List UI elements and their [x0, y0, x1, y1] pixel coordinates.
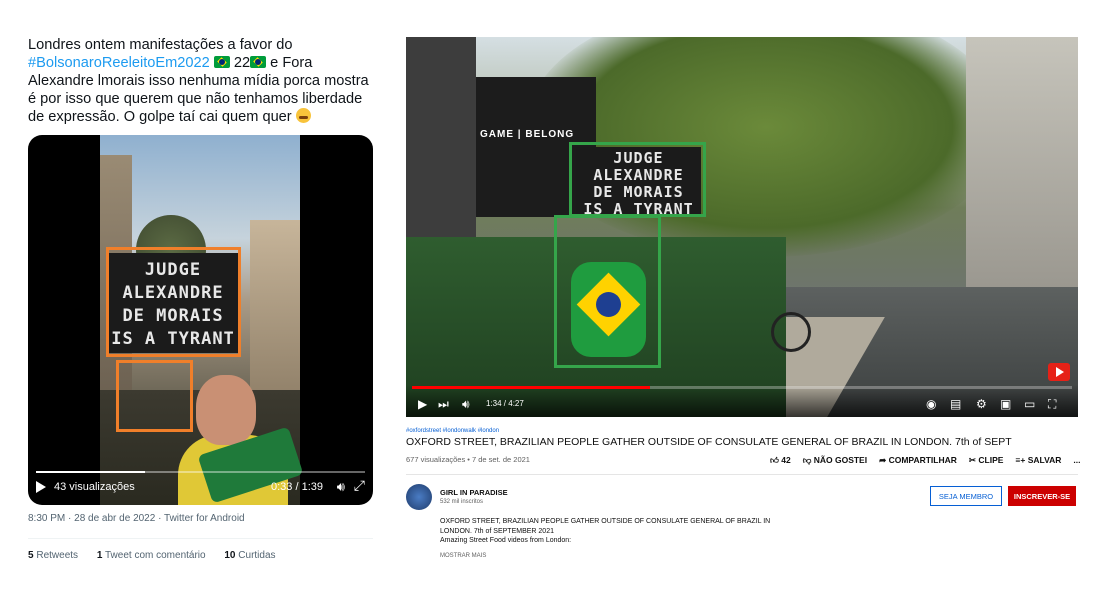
- brazil-flag-icon: [213, 56, 230, 68]
- show-more-button[interactable]: MOSTRAR MAIS: [440, 553, 486, 559]
- grimacing-face-icon: [295, 108, 311, 123]
- tweet-text-part1: Londres ontem manifestações a favor do: [28, 37, 293, 53]
- tweet-stats: 5 Retweets 1 Tweet com comentário 10 Cur…: [28, 550, 292, 561]
- more-options-button[interactable]: ...: [1073, 455, 1080, 466]
- quotes-count: 1: [96, 550, 103, 561]
- green-highlight-box: [554, 215, 661, 368]
- play-icon[interactable]: ▶: [418, 397, 427, 411]
- video-title: OXFORD STREET, BRAZILIAN PEOPLE GATHER O…: [406, 436, 1012, 448]
- quotes-stat[interactable]: 1 Tweet com comentário: [97, 550, 214, 561]
- dislike-button[interactable]: 👎︎ NÃO GOSTEI: [803, 455, 867, 466]
- quotes-label: Tweet com comentário: [104, 550, 206, 561]
- join-button[interactable]: SEJA MEMBRO: [930, 486, 1002, 506]
- volume-icon[interactable]: 🔊︎: [337, 479, 345, 495]
- likes-count: 10: [224, 550, 236, 561]
- video-progress-bar[interactable]: [412, 386, 1072, 389]
- clip-label: CLIPE: [978, 455, 1004, 465]
- theater-mode-icon[interactable]: ▭: [1024, 397, 1035, 411]
- autoplay-toggle[interactable]: ◉: [926, 397, 936, 411]
- video-controls: 43 visualizações 0:33 / 1:39 🔊︎ ⤢: [28, 465, 373, 505]
- youtube-video-player[interactable]: GAME | BELONG JUDGE ALEXANDRE DE MORAIS …: [406, 37, 1078, 417]
- video-progress-fill: [412, 386, 650, 389]
- video-time: 0:33 / 1:39: [271, 481, 323, 493]
- green-highlight-box: [569, 142, 706, 217]
- retweets-count: 5: [28, 550, 34, 561]
- clip-button[interactable]: ✂ CLIPE: [969, 455, 1004, 466]
- like-button[interactable]: 👍︎ 42: [770, 455, 791, 466]
- subtitles-icon[interactable]: ▤: [950, 397, 961, 411]
- orange-highlight-box: [116, 360, 193, 432]
- likes-label: Curtidas: [238, 550, 276, 561]
- dislike-label: NÃO GOSTEI: [813, 455, 868, 465]
- tweet-card: Londres ontem manifestações a favor do #…: [18, 28, 378, 573]
- video-hashtags[interactable]: #oxfordstreet #londonwalk #london: [406, 428, 499, 434]
- wheelchair: [771, 312, 811, 352]
- fullscreen-icon[interactable]: ⛶: [1048, 397, 1056, 412]
- play-icon[interactable]: [36, 481, 46, 493]
- tweet-text-part2: 22: [229, 55, 251, 71]
- save-button[interactable]: ≡+ SALVAR: [1015, 455, 1061, 466]
- retweets-stat[interactable]: 5 Retweets: [28, 550, 86, 561]
- tweet-video[interactable]: JUDGE ALEXANDRE DE MORAIS IS A TYRANT 43…: [28, 135, 373, 505]
- channel-watermark-icon[interactable]: [1048, 363, 1070, 381]
- share-label: COMPARTILHAR: [888, 455, 957, 465]
- next-icon[interactable]: ⏭: [438, 397, 449, 412]
- retweets-label: Retweets: [36, 550, 79, 561]
- description-line: Amazing Street Food videos from London:: [440, 537, 572, 544]
- brazil-flag-icon: [250, 56, 267, 68]
- fullscreen-icon[interactable]: ⤢: [354, 477, 365, 494]
- building-right: [966, 37, 1078, 287]
- tweet-text: Londres ontem manifestações a favor do #…: [28, 36, 373, 126]
- protester-face: [196, 375, 256, 445]
- description-line: OXFORD STREET, BRAZILIAN PEOPLE GATHER O…: [440, 518, 771, 525]
- tweet-timestamp[interactable]: 8:30 PM · 28 de abr de 2022 · Twitter fo…: [28, 513, 245, 524]
- subscriber-count: 532 mil inscritos: [440, 499, 484, 505]
- view-count: 43 visualizações: [54, 481, 135, 493]
- video-time: 1:34 / 4:27: [486, 399, 524, 408]
- likes-stat[interactable]: 10 Curtidas: [224, 550, 283, 561]
- store-text: GAME | BELONG: [480, 129, 575, 140]
- divider: [406, 474, 1078, 475]
- youtube-page: GAME | BELONG JUDGE ALEXANDRE DE MORAIS …: [392, 28, 1085, 573]
- miniplayer-icon[interactable]: ▣: [1000, 397, 1011, 411]
- channel-avatar[interactable]: [406, 484, 432, 510]
- hashtag-link[interactable]: #BolsonaroReeleitoEm2022: [28, 55, 210, 71]
- video-controls: ▶ ⏭ 🔊︎ 1:34 / 4:27 ◉ ▤ ⚙ ▣ ▭ ⛶: [406, 385, 1078, 417]
- volume-icon[interactable]: 🔊︎: [462, 397, 470, 412]
- subscribe-button[interactable]: INSCREVER-SE: [1008, 486, 1076, 506]
- video-actions: 👍︎ 42 👎︎ NÃO GOSTEI ➦ COMPARTILHAR ✂ CLI…: [770, 455, 1080, 466]
- video-progress-bar[interactable]: [36, 471, 365, 473]
- like-count: 42: [781, 455, 791, 465]
- building-right: [250, 220, 300, 410]
- video-description: OXFORD STREET, BRAZILIAN PEOPLE GATHER O…: [440, 517, 780, 546]
- orange-highlight-box: [106, 247, 241, 357]
- share-button[interactable]: ➦ COMPARTILHAR: [879, 455, 957, 466]
- video-progress-fill: [36, 471, 145, 473]
- description-line: LONDON. 7th of SEPTEMBER 2021: [440, 527, 554, 535]
- video-views-date: 677 visualizações • 7 de set. de 2021: [406, 455, 530, 464]
- settings-gear-icon[interactable]: ⚙: [976, 397, 987, 411]
- divider: [28, 538, 373, 539]
- save-label: SALVAR: [1027, 455, 1062, 465]
- channel-name[interactable]: GIRL IN PARADISE: [440, 488, 508, 497]
